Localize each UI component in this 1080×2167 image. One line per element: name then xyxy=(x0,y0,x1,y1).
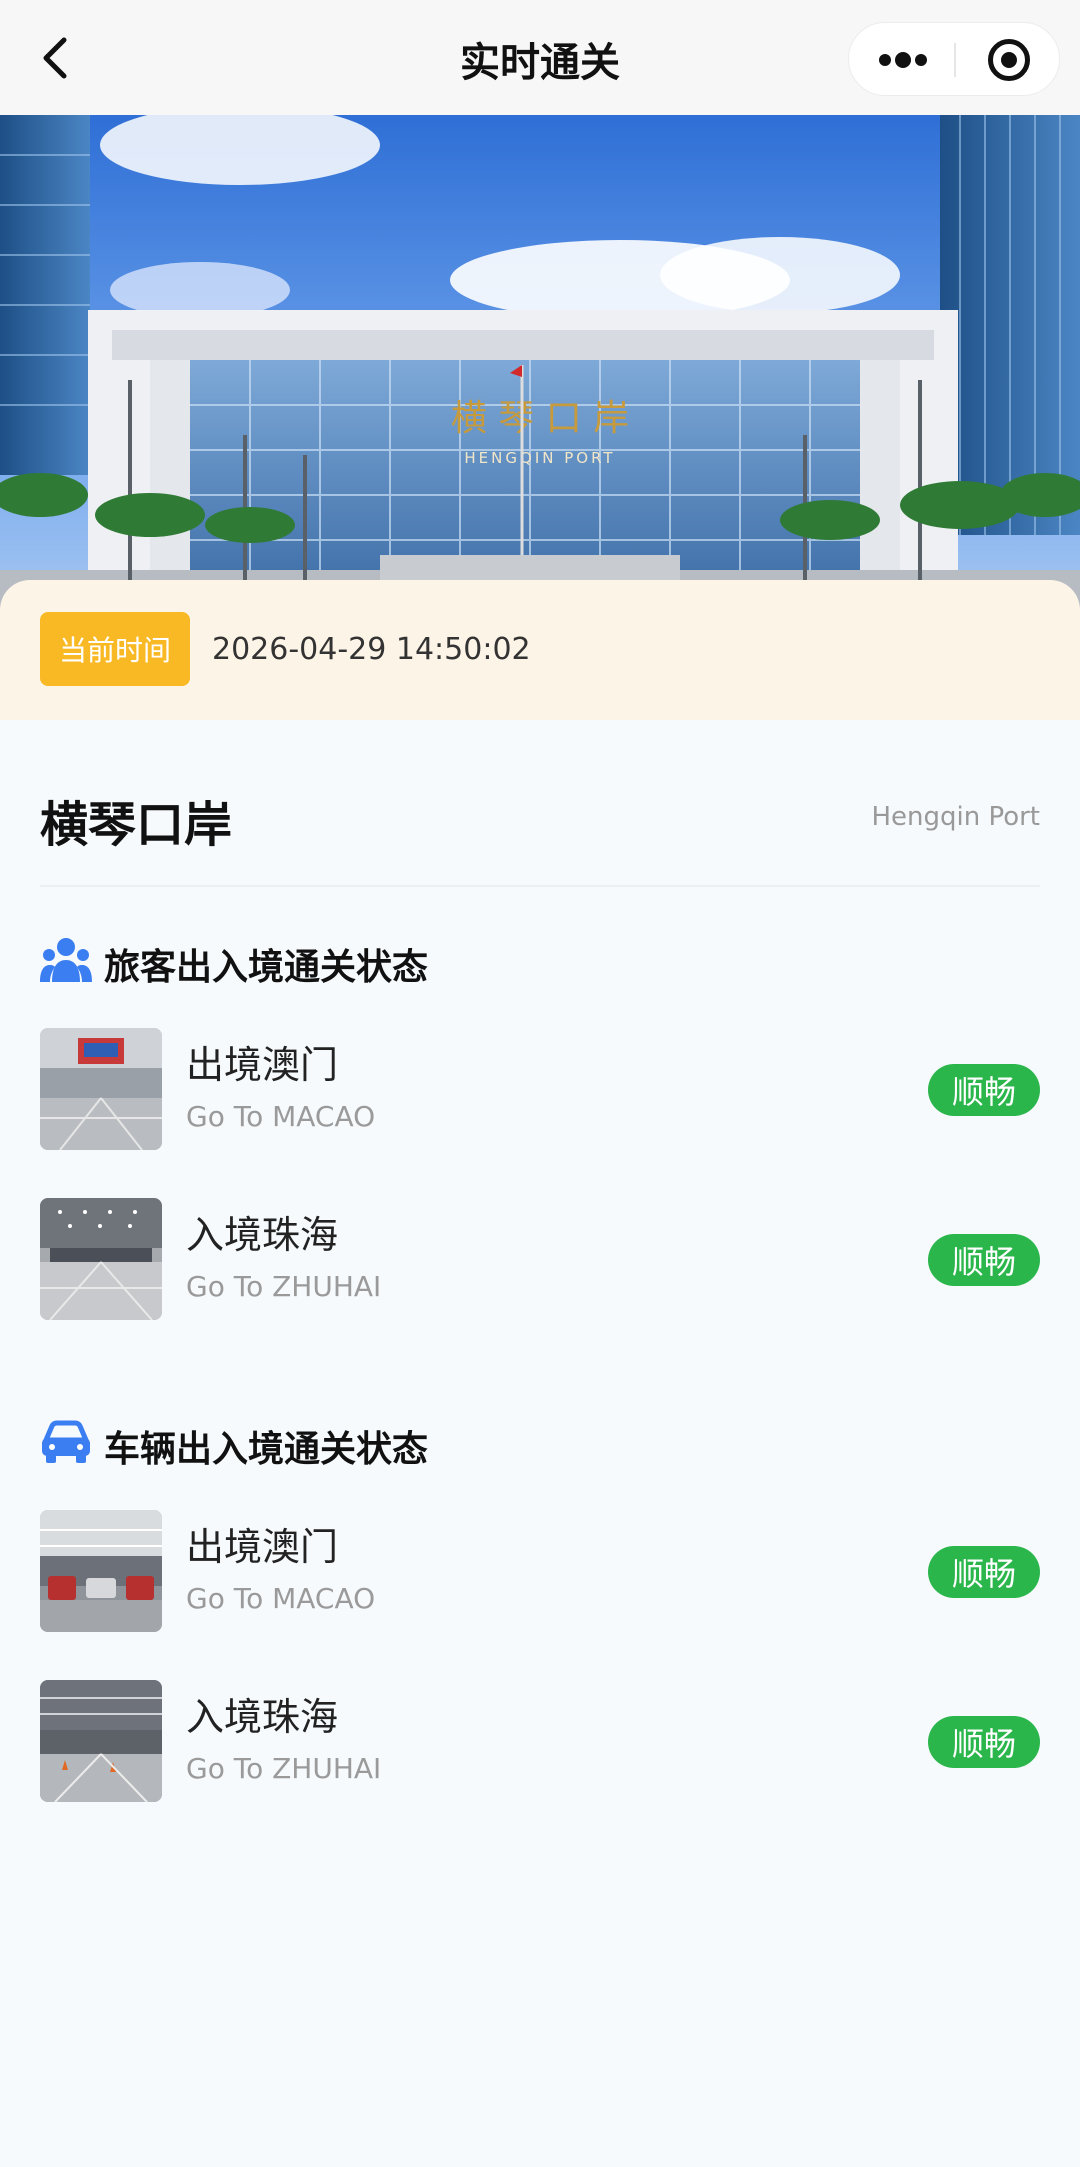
vehicle-lane-thumbnail xyxy=(40,1510,162,1632)
item-subtitle: Go To ZHUHAI xyxy=(186,1752,382,1785)
target-dot xyxy=(1001,52,1017,68)
item-subtitle: Go To MACAO xyxy=(186,1582,376,1615)
item-subtitle: Go To ZHUHAI xyxy=(186,1270,382,1303)
current-time-bar: 当前时间 2026-04-29 14:50:02 xyxy=(0,580,1080,720)
more-dots-icon xyxy=(879,54,891,66)
status-badge: 顺畅 xyxy=(928,1064,1040,1116)
item-title: 入境珠海 xyxy=(186,1213,339,1257)
vehicle-section-title: 车辆出入境通关状态 xyxy=(104,1429,429,1470)
port-name: 横琴口岸 xyxy=(40,797,233,853)
port-name-en: Hengqin Port xyxy=(871,802,1040,832)
section-divider xyxy=(40,885,1040,887)
hero-sign-cn: 横 琴 口 岸 xyxy=(451,398,629,439)
more-dot xyxy=(915,54,927,66)
page: 实时通关 横 琴 口 岸 HENGQIN PORT 当前时间 2026-04-2… xyxy=(0,0,1080,2167)
vehicle-lane-thumbnail xyxy=(40,1680,162,1802)
passenger-section-title: 旅客出入境通关状态 xyxy=(104,947,429,988)
passenger-section-header: 旅客出入境通关状态 xyxy=(40,928,840,988)
mini-program-capsule xyxy=(848,22,1060,96)
status-badge: 顺畅 xyxy=(928,1546,1040,1598)
list-item[interactable]: 入境珠海 Go To ZHUHAI 顺畅 xyxy=(40,1198,1040,1320)
list-item[interactable]: 出境澳门 Go To MACAO 顺畅 xyxy=(40,1510,1040,1632)
current-time-label: 当前时间 xyxy=(40,612,190,686)
hall-thumbnail xyxy=(40,1028,162,1150)
close-mini-program-button[interactable] xyxy=(956,23,1061,97)
hero-image: 横 琴 口 岸 HENGQIN PORT xyxy=(0,115,1080,620)
list-item[interactable]: 入境珠海 Go To ZHUHAI 顺畅 xyxy=(40,1680,1040,1802)
item-title: 出境澳门 xyxy=(186,1043,339,1087)
top-nav-bar: 实时通关 xyxy=(0,0,1080,115)
status-badge: 顺畅 xyxy=(928,1716,1040,1768)
port-building-illustration: 横 琴 口 岸 HENGQIN PORT xyxy=(0,115,1080,620)
list-item[interactable]: 出境澳门 Go To MACAO 顺畅 xyxy=(40,1028,1040,1150)
item-title: 出境澳门 xyxy=(186,1525,339,1569)
car-icon xyxy=(42,1420,90,1463)
item-title: 入境珠海 xyxy=(186,1695,339,1739)
hero-sign-en: HENGQIN PORT xyxy=(464,449,615,467)
status-badge: 顺畅 xyxy=(928,1234,1040,1286)
current-time-value: 2026-04-29 14:50:02 xyxy=(212,632,531,667)
more-button[interactable] xyxy=(849,23,954,97)
vehicle-section-header: 车辆出入境通关状态 xyxy=(40,1410,840,1470)
more-dot xyxy=(895,52,911,68)
item-subtitle: Go To MACAO xyxy=(186,1100,376,1133)
hall-thumbnail xyxy=(40,1198,162,1320)
people-icon xyxy=(40,938,92,982)
